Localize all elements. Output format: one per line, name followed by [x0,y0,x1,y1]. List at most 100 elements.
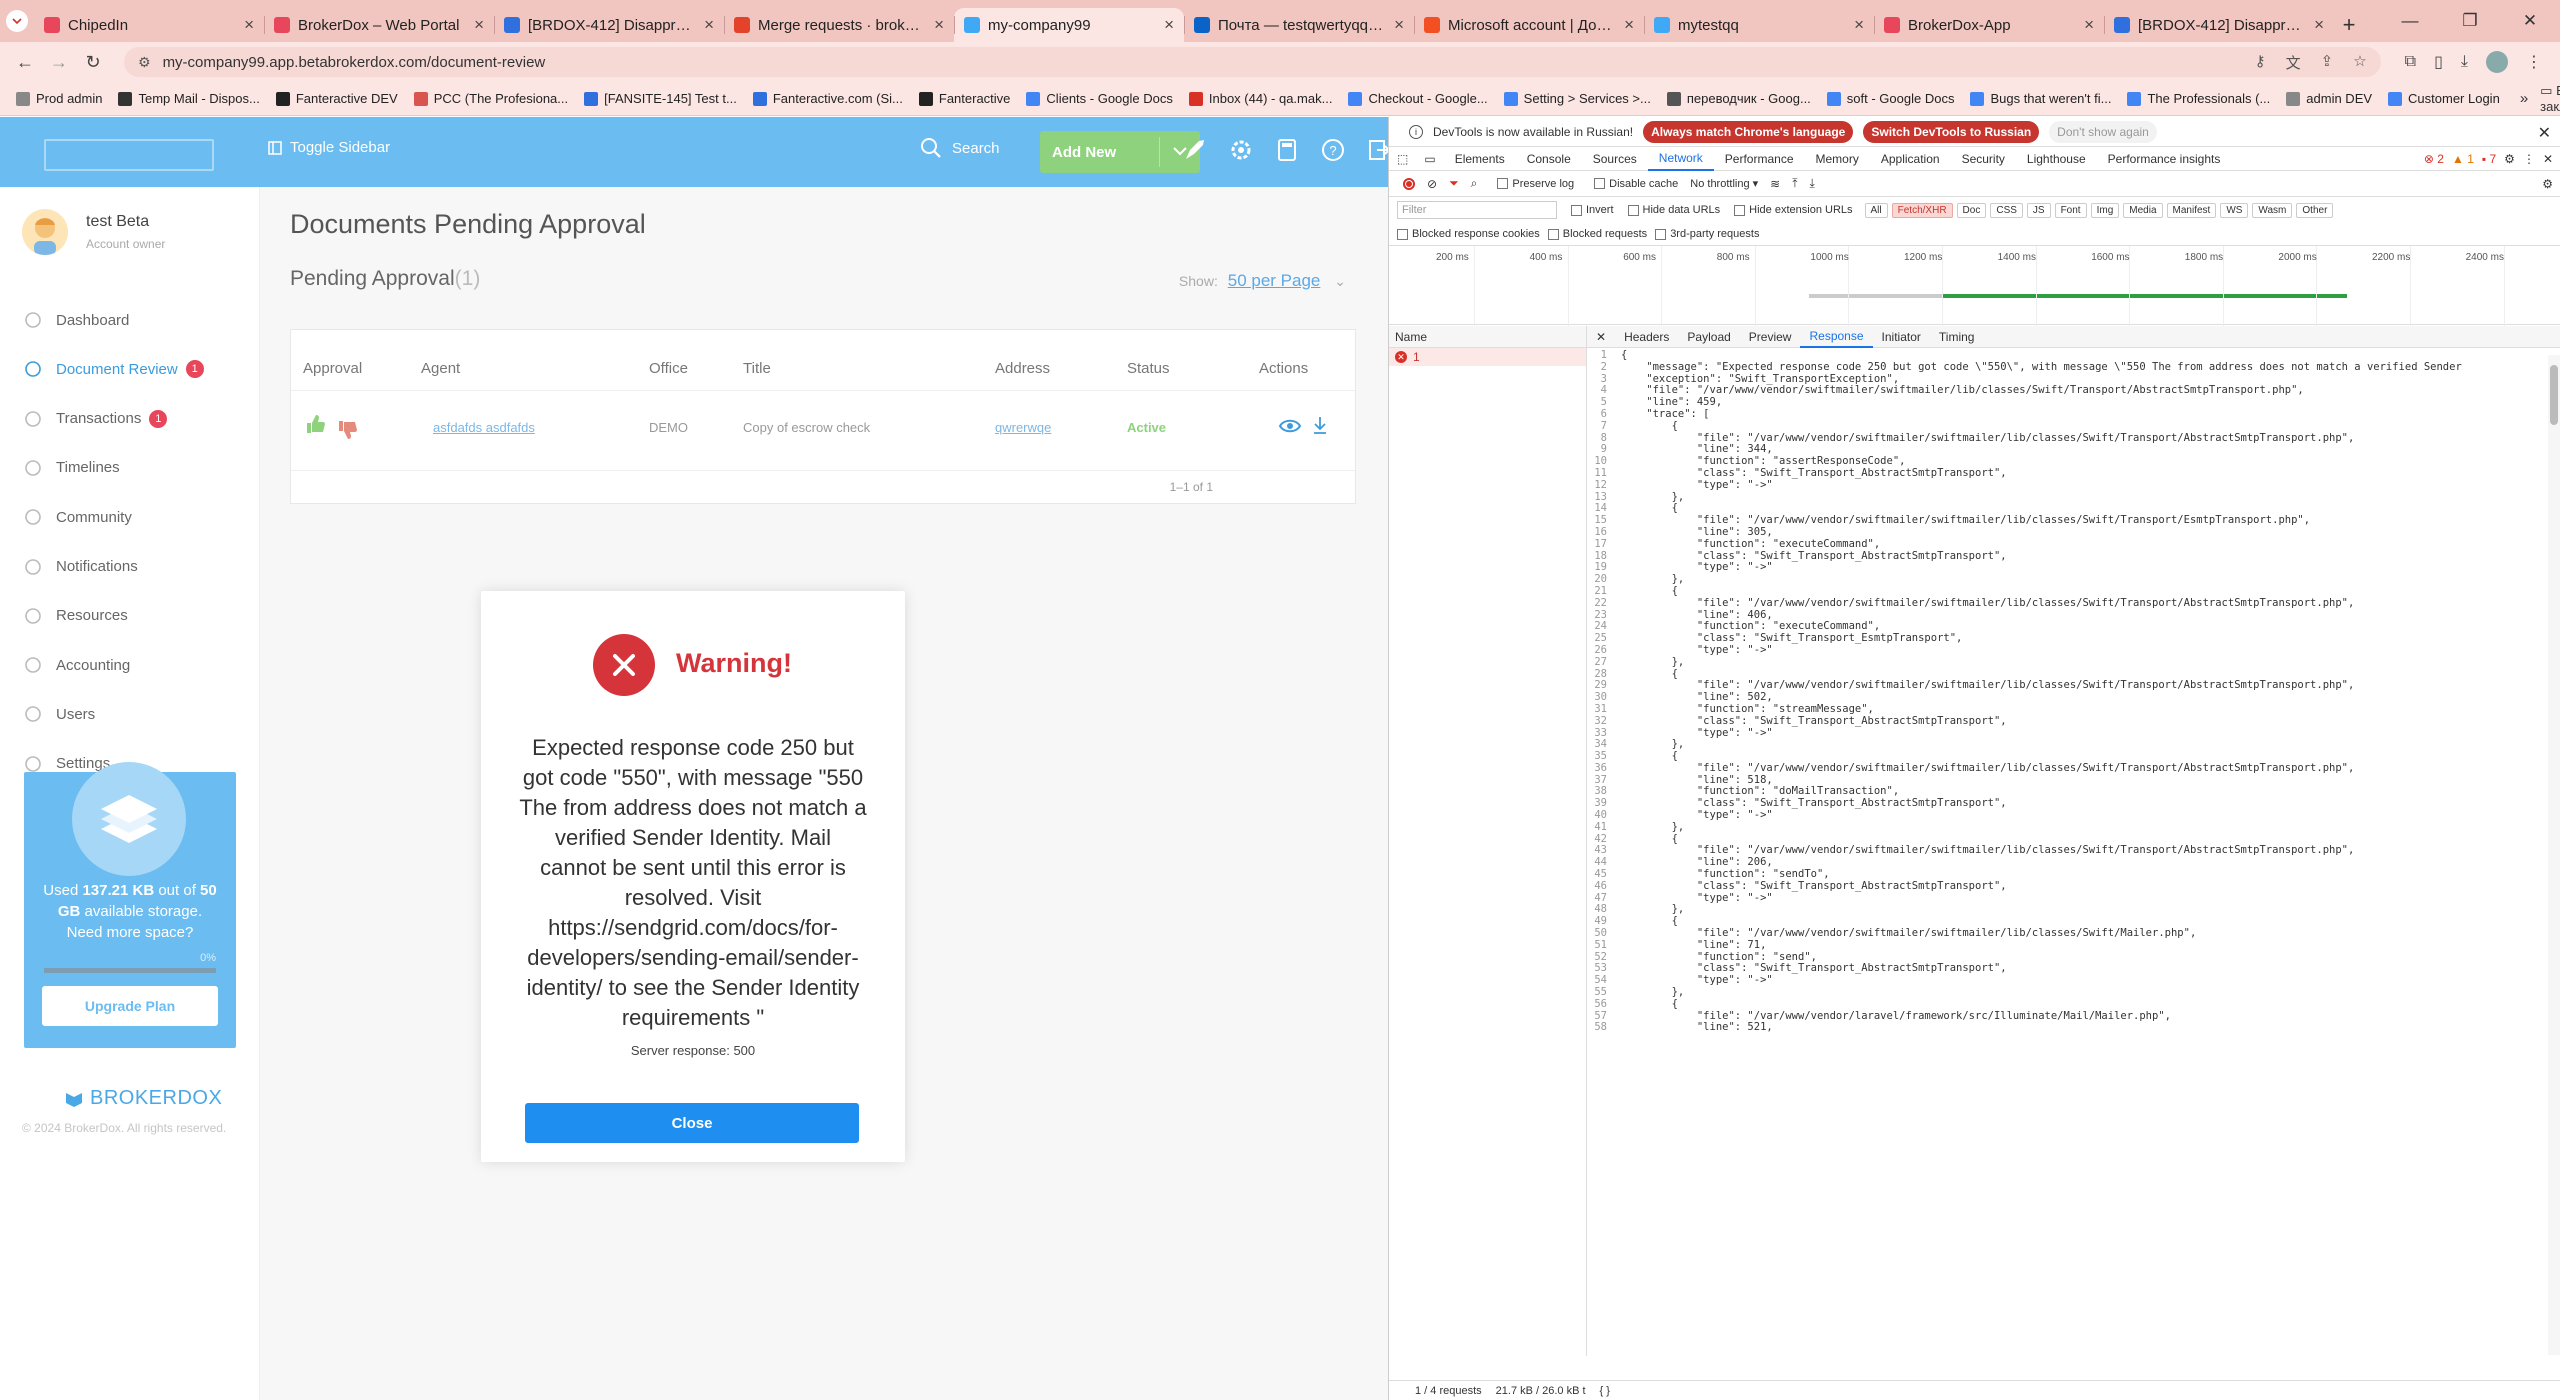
clear-icon[interactable]: ⊘ [1427,177,1437,191]
bookmark-item[interactable]: Checkout - Google... [1340,91,1495,106]
browser-tab[interactable]: my-company99 × [954,8,1184,42]
close-icon[interactable]: ✕ [2543,152,2553,166]
resource-type-filter[interactable]: Doc [1956,202,1987,218]
response-code-view[interactable]: 1{2 "message": "Expected response code 2… [1587,350,2560,1356]
record-icon[interactable] [1403,177,1415,190]
reload-icon[interactable]: ↻ [76,45,110,79]
back-icon[interactable]: ← [8,45,42,79]
upgrade-plan-button[interactable]: Upgrade Plan [42,986,218,1026]
resource-type-filter[interactable]: All [1864,202,1888,218]
third-party-checkbox[interactable]: 3rd-party requests [1655,228,1759,240]
rocket-icon[interactable] [1182,137,1212,167]
bookmark-item[interactable]: Prod admin [8,91,110,106]
browser-tab[interactable]: BrokerDox – Web Portal × [264,8,494,42]
resource-type-filter[interactable]: Wasm [2252,202,2293,218]
browser-tab[interactable]: Merge requests · brokerdox / × [724,8,954,42]
bookmark-item[interactable]: The Professionals (... [2119,91,2278,106]
bookmark-item[interactable]: [FANSITE-145] Test t... [576,91,745,106]
page-size-select[interactable]: 50 per Page [1228,271,1321,290]
bookmark-item[interactable]: Inbox (44) - qa.mak... [1181,91,1341,106]
response-scrollbar[interactable] [2548,355,2560,1355]
translate-icon[interactable]: 文 [2286,52,2301,73]
browser-tab[interactable]: BrokerDox-App × [1874,8,2104,42]
response-tab[interactable]: Timing [1930,326,1984,348]
forward-icon[interactable]: → [42,45,76,79]
devtools-tab[interactable]: Elements [1444,147,1516,171]
tab-close-icon[interactable]: × [244,15,254,35]
error-count-icon[interactable]: ⊗ 2 [2424,152,2444,166]
response-tab[interactable]: Preview [1740,326,1801,348]
dont-show-again-button[interactable]: Don't show again [2049,120,2157,143]
request-row[interactable]: ✕ 1 [1389,348,1586,366]
close-icon[interactable]: ✕ [2538,123,2551,143]
gear-icon[interactable]: ⚙ [2504,152,2515,166]
switch-to-russian-button[interactable]: Switch DevTools to Russian [1863,120,2040,143]
devtools-tab[interactable]: Network [1647,147,1714,171]
bookmark-item[interactable]: PCC (The Profesiona... [406,91,576,106]
search-icon[interactable]: ⌕ [1471,176,1478,191]
export-har-icon[interactable]: ⤓ [1810,176,1815,191]
add-new-button[interactable]: Add New [1040,131,1200,173]
close-icon[interactable]: ✕ [1587,326,1615,348]
bookmark-item[interactable]: Fanteractive DEV [268,91,406,106]
tab-close-icon[interactable]: × [474,15,484,35]
hide-data-urls-checkbox[interactable]: Hide data URLs [1627,204,1720,216]
bookmark-item[interactable]: переводчик - Goog... [1659,91,1819,106]
issues-count-icon[interactable]: ▪ 7 [2482,152,2496,166]
bookmark-item[interactable]: admin DEV [2278,91,2380,106]
resource-type-filter[interactable]: Other [2296,202,2334,218]
tab-close-icon[interactable]: × [1394,15,1404,35]
download-icon[interactable] [1313,416,1327,434]
restore-icon[interactable]: ❐ [2440,11,2500,31]
throttling-select[interactable]: No throttling ▾ [1690,177,1758,190]
bookmarks-overflow-icon[interactable]: » [2508,90,2540,107]
match-language-button[interactable]: Always match Chrome's language [1643,120,1854,143]
bookmark-star-icon[interactable]: ☆ [2353,52,2366,73]
share-icon[interactable]: ⇪ [2321,52,2334,73]
filter-input[interactable]: Filter [1397,201,1557,219]
response-tab[interactable]: Response [1800,326,1873,348]
response-tab[interactable]: Headers [1615,326,1678,348]
browser-tab[interactable]: [BRDOX-412] Disapproved Do × [494,8,724,42]
minimize-icon[interactable]: — [2380,11,2440,31]
tab-close-icon[interactable]: × [1854,15,1864,35]
blocked-requests-checkbox[interactable]: Blocked requests [1547,228,1647,240]
kebab-menu-icon[interactable]: ⋮ [2523,152,2535,166]
bookmark-item[interactable]: Bugs that weren't fi... [1962,91,2119,106]
browser-tab[interactable]: [BRDOX-412] Disapproved Do × [2104,8,2334,42]
browser-tab[interactable]: mytestqq × [1644,8,1874,42]
resource-type-filter[interactable]: Media [2123,202,2163,218]
tab-close-icon[interactable]: × [2084,15,2094,35]
gear-icon[interactable] [1228,137,1258,167]
url-field[interactable]: ⚙ my-company99.app.betabrokerdox.com/doc… [124,47,2381,77]
disapprove-thumbs-down-icon[interactable] [337,420,357,440]
chevron-down-icon[interactable]: ⌄ [1334,273,1346,289]
calculator-icon[interactable] [1274,137,1304,167]
sidebar-item-timelines[interactable]: Timelines [24,459,120,477]
password-key-icon[interactable]: ⚷ [2255,52,2266,73]
code-braces-icon[interactable]: { } [1600,1385,1610,1397]
network-timeline-overview[interactable]: 200 ms 400 ms 600 ms 800 ms 1000 ms 1200 ms 14… [1389,245,2560,326]
downloads-icon[interactable]: ⤓ [2461,53,2468,71]
resource-type-filter[interactable]: Fetch/XHR [1891,202,1953,218]
bookmark-item[interactable]: Customer Login [2380,91,2508,106]
browser-tab[interactable]: Microsoft account | Домашн × [1414,8,1644,42]
device-toolbar-icon[interactable]: ▭ [1416,152,1443,166]
inspect-element-icon[interactable]: ⬚ [1389,152,1416,166]
new-tab-button[interactable]: + [2334,8,2364,42]
approve-thumbs-up-icon[interactable] [305,414,325,434]
devtools-tab[interactable]: Console [1516,147,1582,171]
bookmark-item[interactable]: Setting > Services >... [1496,91,1659,106]
extensions-icon[interactable]: ⧉ [2405,53,2416,71]
close-button[interactable]: Close [525,1103,859,1143]
address-link[interactable]: qwrerwqe [995,420,1051,435]
resource-type-filter[interactable]: Img [2090,202,2120,218]
all-bookmarks-folder[interactable]: ▭ Все закладки [2540,83,2560,114]
bookmark-item[interactable]: Clients - Google Docs [1018,91,1180,106]
sidebar-item-dashboard[interactable]: Dashboard [24,311,129,329]
tab-close-icon[interactable]: × [704,15,714,35]
preserve-log-checkbox[interactable]: Preserve log [1497,178,1574,190]
sidebar-item-users[interactable]: Users [24,705,95,723]
sidebar-item-settings[interactable]: Settings [24,755,110,773]
devtools-tab[interactable]: Memory [1805,147,1870,171]
